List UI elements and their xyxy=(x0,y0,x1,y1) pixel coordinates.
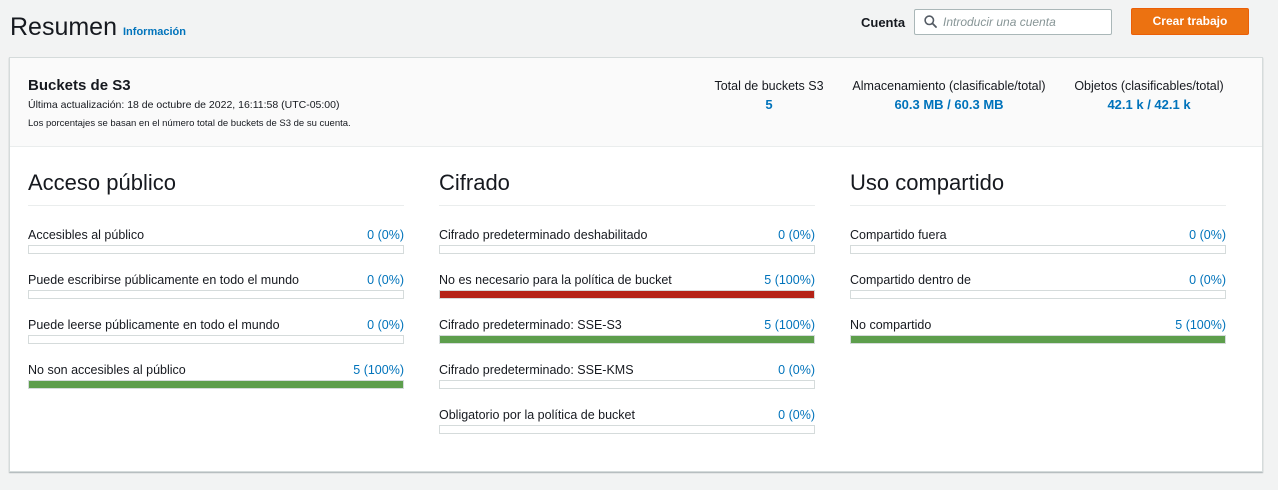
panel-header: Buckets de S3 Última actualización: 18 d… xyxy=(10,58,1262,147)
metric-label: Total de buckets S3 xyxy=(714,79,824,93)
section-public-access: Acceso público Accesibles al público 0 (0… xyxy=(28,170,404,389)
stat-value-link[interactable]: 5 (100%) xyxy=(1175,318,1226,332)
stat-value-link[interactable]: 5 (100%) xyxy=(764,273,815,287)
section-sharing: Uso compartido Compartido fuera 0 (0%) Com… xyxy=(850,170,1226,344)
progress-fill xyxy=(29,381,403,388)
stat-value-link[interactable]: 0 (0%) xyxy=(1189,273,1226,287)
metric-label: Objetos (clasificables/total) xyxy=(1074,79,1224,93)
account-search-input[interactable] xyxy=(943,12,1108,32)
progress-bar xyxy=(439,425,815,434)
search-icon xyxy=(924,15,937,28)
stat-row: Compartido dentro de 0 (0%) xyxy=(850,251,1226,299)
metric-label: Almacenamiento (clasificable/total) xyxy=(852,79,1046,93)
percentage-note: Los porcentajes se basan en el número to… xyxy=(28,118,351,129)
stat-value-link[interactable]: 0 (0%) xyxy=(778,408,815,422)
last-updated: Última actualización: 18 de octubre de 2… xyxy=(28,99,340,111)
stat-label: Cifrado predeterminado: SSE-KMS xyxy=(439,363,634,377)
progress-fill xyxy=(851,336,1225,343)
stat-label: Cifrado predeterminado: SSE-S3 xyxy=(439,318,622,332)
stat-row: Cifrado predeterminado: SSE-KMS 0 (0%) xyxy=(439,341,815,389)
stat-value-link[interactable]: 0 (0%) xyxy=(367,228,404,242)
stat-row: Cifrado predeterminado: SSE-S3 5 (100%) xyxy=(439,296,815,344)
progress-bar xyxy=(850,335,1226,344)
metric-total-buckets: Total de buckets S3 5 xyxy=(710,79,828,112)
metric-storage: Almacenamiento (clasificable/total) 60.3… xyxy=(844,79,1054,112)
metric-objects: Objetos (clasificables/total) 42.1 k / 4… xyxy=(1068,79,1230,112)
stat-label: Accesibles al público xyxy=(28,228,145,242)
section-title: Uso compartido xyxy=(850,170,1226,206)
metric-value[interactable]: 5 xyxy=(710,97,828,112)
section-rows: Cifrado predeterminado deshabilitado 0 (0… xyxy=(439,206,815,434)
stat-label: No son accesibles al público xyxy=(28,363,186,377)
stat-row: Compartido fuera 0 (0%) xyxy=(850,206,1226,254)
top-bar: Resumen Información Cuenta Crear trabajo xyxy=(0,0,1278,56)
stat-label: Puede escribirse públicamente en todo el… xyxy=(28,273,300,287)
info-link[interactable]: Información xyxy=(123,26,186,38)
stat-label: Puede leerse públicamente en todo el mun… xyxy=(28,318,280,332)
stat-label: Obligatorio por la política de bucket xyxy=(439,408,635,422)
stat-label: Compartido dentro de xyxy=(850,273,971,287)
metric-value[interactable]: 60.3 MB / 60.3 MB xyxy=(844,97,1054,112)
stat-row: No compartido 5 (100%) xyxy=(850,296,1226,344)
section-rows: Compartido fuera 0 (0%) Compartido dentro … xyxy=(850,206,1226,344)
stat-value-link[interactable]: 0 (0%) xyxy=(1189,228,1226,242)
stat-row: Obligatorio por la política de bucket 0 (… xyxy=(439,386,815,434)
panel-title: Buckets de S3 xyxy=(28,77,131,94)
stat-value-link[interactable]: 0 (0%) xyxy=(778,228,815,242)
stat-row: No es necesario para la política de buck… xyxy=(439,251,815,299)
stat-row: Puede escribirse públicamente en todo el… xyxy=(28,251,404,299)
account-search-box[interactable] xyxy=(914,9,1112,35)
stat-value-link[interactable]: 0 (0%) xyxy=(778,363,815,377)
stat-row: Accesibles al público 0 (0%) xyxy=(28,206,404,254)
progress-bar xyxy=(28,380,404,389)
stat-row: Cifrado predeterminado deshabilitado 0 (0… xyxy=(439,206,815,254)
stat-value-link[interactable]: 5 (100%) xyxy=(764,318,815,332)
section-encryption: Cifrado Cifrado predeterminado deshabili… xyxy=(439,170,815,434)
stat-row: No son accesibles al público 5 (100%) xyxy=(28,341,404,389)
stat-label: No es necesario para la política de buck… xyxy=(439,273,672,287)
stat-value-link[interactable]: 0 (0%) xyxy=(367,273,404,287)
section-title: Acceso público xyxy=(28,170,404,206)
stat-value-link[interactable]: 5 (100%) xyxy=(353,363,404,377)
stat-row: Puede leerse públicamente en todo el mun… xyxy=(28,296,404,344)
create-job-button[interactable]: Crear trabajo xyxy=(1131,8,1249,35)
stat-label: Compartido fuera xyxy=(850,228,947,242)
stat-label: Cifrado predeterminado deshabilitado xyxy=(439,228,648,242)
account-label: Cuenta xyxy=(861,15,906,30)
section-rows: Accesibles al público 0 (0%) Puede escribi… xyxy=(28,206,404,389)
stat-value-link[interactable]: 0 (0%) xyxy=(367,318,404,332)
section-title: Cifrado xyxy=(439,170,815,206)
stat-label: No compartido xyxy=(850,318,932,332)
s3-summary-panel: Buckets de S3 Última actualización: 18 d… xyxy=(9,57,1263,472)
metric-value[interactable]: 42.1 k / 42.1 k xyxy=(1068,97,1230,112)
page-title: Resumen xyxy=(10,13,117,41)
